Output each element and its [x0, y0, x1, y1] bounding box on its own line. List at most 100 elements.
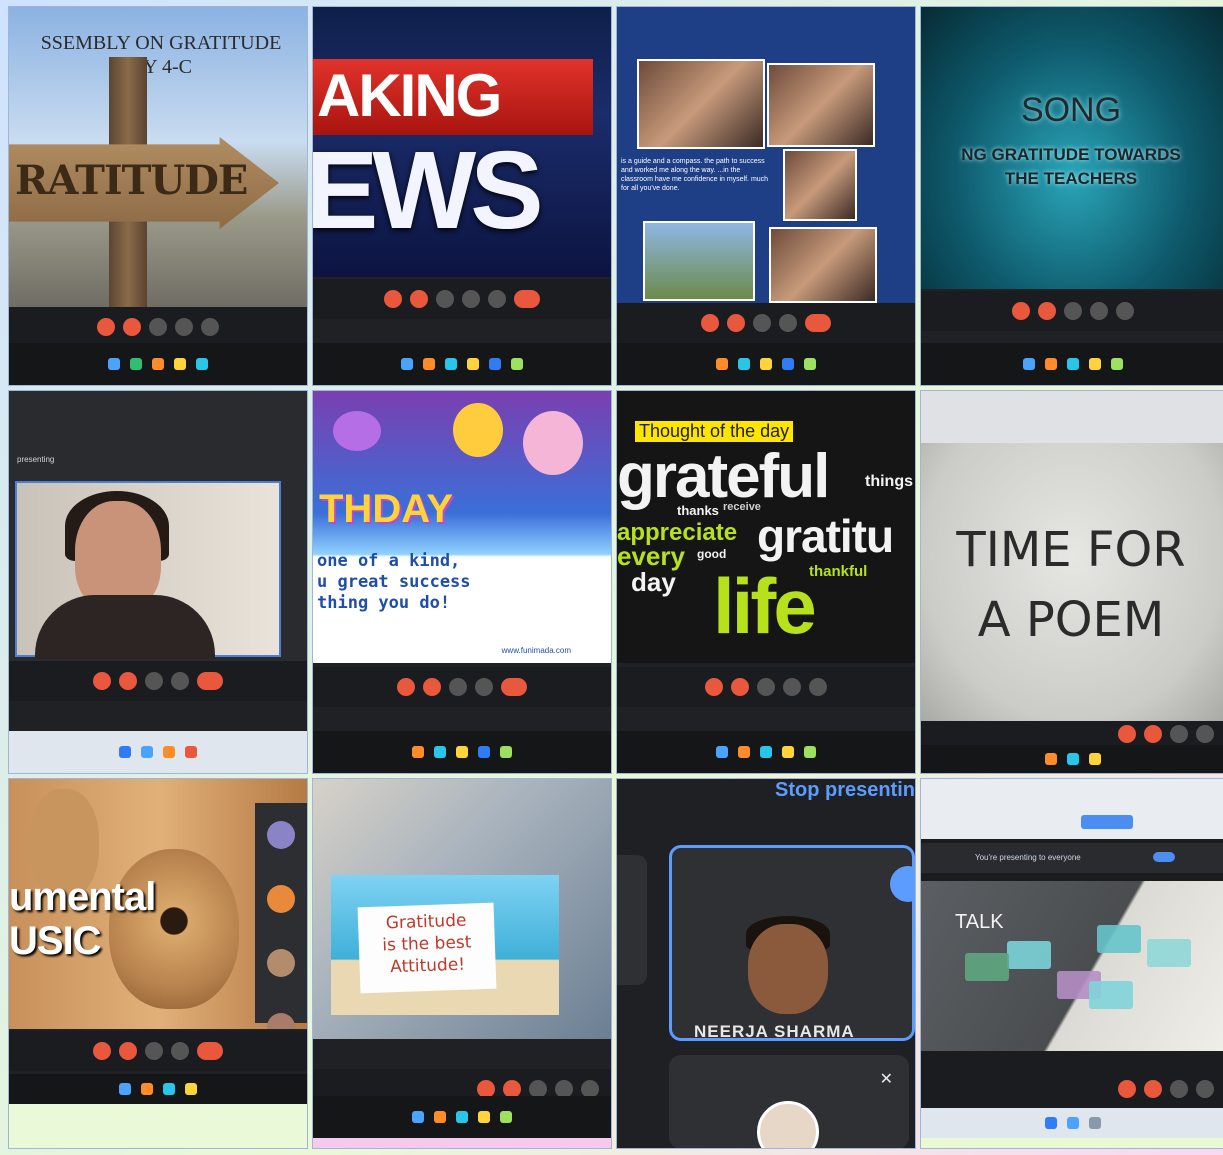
- app-icon[interactable]: [456, 746, 468, 758]
- app-icon[interactable]: [804, 746, 816, 758]
- app-icon[interactable]: [782, 746, 794, 758]
- captions-button[interactable]: [1170, 1080, 1188, 1098]
- app-icon[interactable]: [119, 746, 131, 758]
- app-icon[interactable]: [434, 746, 446, 758]
- mic-button[interactable]: [384, 290, 402, 308]
- raise-hand-button[interactable]: [175, 318, 193, 336]
- app-icon[interactable]: [141, 1083, 153, 1095]
- camera-button[interactable]: [423, 678, 441, 696]
- app-icon[interactable]: [738, 746, 750, 758]
- app-icon[interactable]: [478, 746, 490, 758]
- leave-call-button[interactable]: [805, 314, 831, 332]
- app-icon[interactable]: [196, 358, 208, 370]
- app-icon[interactable]: [108, 358, 120, 370]
- present-button[interactable]: [809, 678, 827, 696]
- app-icon[interactable]: [1088, 358, 1101, 370]
- leave-call-button[interactable]: [514, 290, 540, 308]
- app-icon[interactable]: [804, 358, 816, 370]
- captions-button[interactable]: [449, 678, 467, 696]
- leave-call-button[interactable]: [197, 672, 223, 690]
- mic-button[interactable]: [705, 678, 723, 696]
- camera-button[interactable]: [1144, 1080, 1162, 1098]
- captions-button[interactable]: [145, 672, 163, 690]
- mic-button[interactable]: [97, 318, 115, 336]
- mic-button[interactable]: [93, 1042, 111, 1060]
- camera-button[interactable]: [727, 314, 745, 332]
- raise-hand-button[interactable]: [783, 678, 801, 696]
- raise-hand-button[interactable]: [1196, 725, 1214, 743]
- captions-button[interactable]: [757, 678, 775, 696]
- leave-call-button[interactable]: [197, 1042, 223, 1060]
- present-button[interactable]: [488, 290, 506, 308]
- app-icon[interactable]: [467, 358, 479, 370]
- app-icon[interactable]: [174, 358, 186, 370]
- camera-button[interactable]: [1144, 725, 1162, 743]
- app-icon[interactable]: [1110, 358, 1123, 370]
- app-icon[interactable]: [1022, 358, 1035, 370]
- present-button[interactable]: [201, 318, 219, 336]
- app-icon[interactable]: [738, 358, 750, 370]
- app-icon[interactable]: [434, 1111, 446, 1123]
- raise-hand-button[interactable]: [462, 290, 480, 308]
- app-icon[interactable]: [716, 358, 728, 370]
- camera-button[interactable]: [731, 678, 749, 696]
- captions-button[interactable]: [1063, 302, 1082, 320]
- app-icon[interactable]: [412, 746, 424, 758]
- raise-hand-button[interactable]: [171, 672, 189, 690]
- app-icon[interactable]: [163, 746, 175, 758]
- camera-button[interactable]: [1037, 302, 1056, 320]
- app-icon[interactable]: [152, 358, 164, 370]
- app-icon[interactable]: [478, 1111, 490, 1123]
- app-icon[interactable]: [119, 1083, 131, 1095]
- app-icon[interactable]: [500, 1111, 512, 1123]
- app-icon[interactable]: [1066, 1117, 1079, 1129]
- app-icon[interactable]: [401, 358, 413, 370]
- app-icon[interactable]: [1088, 1117, 1101, 1129]
- captions-button[interactable]: [436, 290, 454, 308]
- camera-button[interactable]: [119, 672, 137, 690]
- app-icon[interactable]: [423, 358, 435, 370]
- mic-button[interactable]: [1118, 1080, 1136, 1098]
- app-icon[interactable]: [1066, 753, 1079, 765]
- captions-button[interactable]: [149, 318, 167, 336]
- app-icon[interactable]: [1044, 358, 1057, 370]
- mic-button[interactable]: [1011, 302, 1030, 320]
- app-icon[interactable]: [1066, 358, 1079, 370]
- app-icon[interactable]: [445, 358, 457, 370]
- app-icon[interactable]: [782, 358, 794, 370]
- mic-button[interactable]: [93, 672, 111, 690]
- leave-call-button[interactable]: [501, 678, 527, 696]
- camera-button[interactable]: [123, 318, 141, 336]
- mic-button[interactable]: [1118, 725, 1136, 743]
- mic-button[interactable]: [397, 678, 415, 696]
- app-icon[interactable]: [456, 1111, 468, 1123]
- app-icon[interactable]: [412, 1111, 424, 1123]
- tab-highlight[interactable]: [1081, 815, 1133, 829]
- app-icon[interactable]: [1088, 753, 1101, 765]
- stop-presenting-button[interactable]: Stop presentin: [775, 779, 915, 802]
- audio-toggle[interactable]: [1153, 852, 1175, 862]
- app-icon[interactable]: [185, 746, 197, 758]
- app-icon[interactable]: [511, 358, 523, 370]
- present-button[interactable]: [1115, 302, 1134, 320]
- raise-hand-button[interactable]: [1089, 302, 1108, 320]
- raise-hand-button[interactable]: [475, 678, 493, 696]
- captions-button[interactable]: [145, 1042, 163, 1060]
- app-icon[interactable]: [489, 358, 501, 370]
- app-icon[interactable]: [760, 358, 772, 370]
- captions-button[interactable]: [753, 314, 771, 332]
- camera-button[interactable]: [119, 1042, 137, 1060]
- app-icon[interactable]: [500, 746, 512, 758]
- raise-hand-button[interactable]: [779, 314, 797, 332]
- app-icon[interactable]: [1044, 1117, 1057, 1129]
- app-icon[interactable]: [760, 746, 772, 758]
- raise-hand-button[interactable]: [171, 1042, 189, 1060]
- app-icon[interactable]: [716, 746, 728, 758]
- app-icon[interactable]: [185, 1083, 197, 1095]
- camera-button[interactable]: [410, 290, 428, 308]
- app-icon[interactable]: [130, 358, 142, 370]
- app-icon[interactable]: [141, 746, 153, 758]
- captions-button[interactable]: [1170, 725, 1188, 743]
- app-icon[interactable]: [1044, 753, 1057, 765]
- mic-button[interactable]: [701, 314, 719, 332]
